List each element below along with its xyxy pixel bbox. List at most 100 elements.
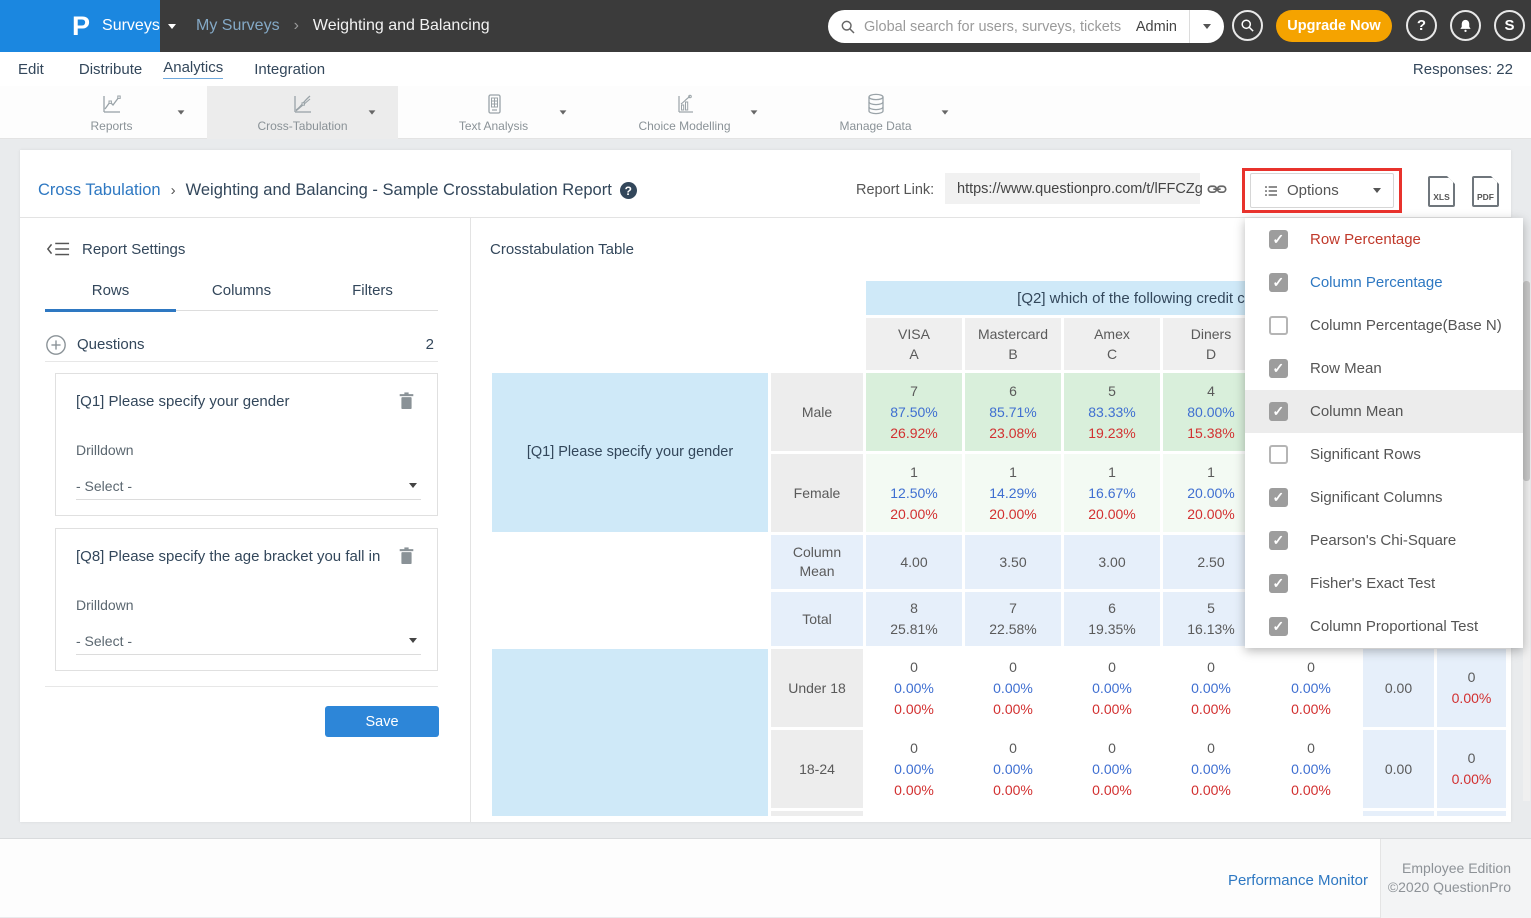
data-cell-clipped xyxy=(1064,811,1160,816)
column-mean-cell: 3.50 xyxy=(965,535,1061,589)
checkbox-checked-icon[interactable] xyxy=(1269,359,1288,378)
collapse-panel-icon[interactable] xyxy=(46,240,70,258)
checkbox-checked-icon[interactable] xyxy=(1269,617,1288,636)
table-scrollbar[interactable] xyxy=(1523,281,1530,801)
checkbox-checked-icon[interactable] xyxy=(1269,402,1288,421)
checkbox-unchecked-icon[interactable] xyxy=(1269,316,1288,335)
report-settings-header[interactable]: Report Settings xyxy=(46,240,185,258)
menu-item-significant-rows[interactable]: Significant Rows xyxy=(1245,433,1523,476)
export-pdf-button[interactable]: PDF xyxy=(1472,176,1499,207)
cell-value: 4 xyxy=(1207,381,1215,402)
chevron-down-icon[interactable] xyxy=(178,110,185,114)
cell-value: 0.00% xyxy=(1291,678,1331,699)
tab-columns[interactable]: Columns xyxy=(176,280,307,310)
chevron-down-icon[interactable] xyxy=(369,110,376,114)
data-cell-clipped xyxy=(1262,811,1360,816)
row-question-q8 xyxy=(492,649,768,816)
cell-value: 0.00% xyxy=(1291,699,1331,720)
cell-value: 0 xyxy=(1307,657,1315,678)
menu-item-fisher-s-exact-test[interactable]: Fisher's Exact Test xyxy=(1245,562,1523,605)
chevron-down-icon xyxy=(409,483,417,488)
export-xls-button[interactable]: XLS xyxy=(1428,176,1455,207)
menu-item-label: Row Percentage xyxy=(1310,231,1421,248)
toolbar-item-manage-data[interactable]: Manage Data xyxy=(780,86,971,139)
page-title: Weighting and Balancing xyxy=(313,17,490,35)
tab-distribute[interactable]: Distribute xyxy=(79,61,142,78)
search-input[interactable] xyxy=(864,19,1136,35)
toolbar-item-reports[interactable]: Reports xyxy=(16,86,207,139)
menu-item-label: Column Proportional Test xyxy=(1310,618,1478,635)
delete-icon[interactable] xyxy=(398,546,415,565)
options-button[interactable]: Options xyxy=(1250,173,1394,208)
checkbox-checked-icon[interactable] xyxy=(1269,273,1288,292)
save-button[interactable]: Save xyxy=(325,706,439,737)
help-button[interactable]: ? xyxy=(1406,10,1437,41)
database-icon xyxy=(864,92,888,116)
notifications-button[interactable] xyxy=(1450,10,1481,41)
menu-item-column-mean[interactable]: Column Mean xyxy=(1245,390,1523,433)
data-cell: 00.00%0.00% xyxy=(1064,649,1160,727)
chevron-down-icon[interactable] xyxy=(560,110,567,114)
toolbar-item-choice-modelling[interactable]: Choice Modelling xyxy=(589,86,780,139)
menu-item-column-percentage[interactable]: Column Percentage xyxy=(1245,261,1523,304)
search-scope-caret[interactable] xyxy=(1190,10,1224,43)
cell-value: 23.08% xyxy=(989,423,1036,444)
drilldown-select[interactable]: - Select - xyxy=(76,472,421,500)
menu-item-column-percentage-base-n[interactable]: Column Percentage(Base N) xyxy=(1245,304,1523,347)
choice-modelling-icon xyxy=(673,92,697,116)
add-question-icon[interactable] xyxy=(45,334,67,356)
cell-value: 16.13% xyxy=(1187,619,1234,640)
cell-value: 15.38% xyxy=(1187,423,1234,444)
tab-analytics[interactable]: Analytics xyxy=(163,59,223,79)
list-icon xyxy=(1263,183,1279,199)
chevron-down-icon[interactable] xyxy=(751,110,758,114)
upgrade-button[interactable]: Upgrade Now xyxy=(1276,10,1392,42)
checkbox-checked-icon[interactable] xyxy=(1269,574,1288,593)
chevron-down-icon[interactable] xyxy=(942,110,949,114)
data-cell: 00.00%0.00% xyxy=(1262,649,1360,727)
tab-rows[interactable]: Rows xyxy=(45,280,176,312)
cell-value: 6 xyxy=(1108,598,1116,619)
cell-value: 0 xyxy=(910,657,918,678)
menu-item-column-proportional-test[interactable]: Column Proportional Test xyxy=(1245,605,1523,648)
tab-integration[interactable]: Integration xyxy=(254,61,325,78)
cell-value: 83.33% xyxy=(1088,402,1135,423)
report-link-value[interactable]: https://www.questionpro.com/t/lFFCZg xyxy=(945,173,1200,204)
column-mean-cell: 4.00 xyxy=(866,535,962,589)
delete-icon[interactable] xyxy=(398,391,415,410)
cross-tabulation-link[interactable]: Cross Tabulation xyxy=(38,181,161,200)
performance-monitor-link[interactable]: Performance Monitor xyxy=(1228,872,1368,889)
top-header: P Surveys My Surveys › Weighting and Bal… xyxy=(0,0,1531,52)
checkbox-checked-icon[interactable] xyxy=(1269,531,1288,550)
cell-value: 0.00% xyxy=(1092,780,1132,801)
menu-item-row-mean[interactable]: Row Mean xyxy=(1245,347,1523,390)
global-search-bar[interactable]: Admin xyxy=(828,10,1224,43)
menu-item-row-percentage[interactable]: Row Percentage xyxy=(1245,218,1523,261)
avatar-button[interactable]: S xyxy=(1494,10,1525,41)
toolbar-item-text-analysis[interactable]: Text Analysis xyxy=(398,86,589,139)
breadcrumb-my-surveys[interactable]: My Surveys xyxy=(196,17,280,35)
report-title: Weighting and Balancing - Sample Crossta… xyxy=(186,181,612,200)
menu-item-label: Column Mean xyxy=(1310,403,1403,420)
cell-value: 5 xyxy=(1207,598,1215,619)
drilldown-select[interactable]: - Select - xyxy=(76,627,421,655)
tab-edit[interactable]: Edit xyxy=(18,61,44,78)
link-icon[interactable] xyxy=(1206,178,1228,200)
scrollbar-thumb[interactable] xyxy=(1523,281,1530,481)
toolbar-item-cross-tabulation[interactable]: Cross-Tabulation xyxy=(207,86,398,139)
checkbox-checked-icon[interactable] xyxy=(1269,488,1288,507)
tab-filters[interactable]: Filters xyxy=(307,280,438,310)
report-help-icon[interactable]: ? xyxy=(620,182,637,199)
chevron-down-icon xyxy=(1203,24,1211,29)
search-scope-selector[interactable]: Admin xyxy=(1136,19,1177,35)
total-cell: 825.81% xyxy=(866,592,962,646)
questionpro-logo-icon: P xyxy=(72,13,90,40)
checkbox-unchecked-icon[interactable] xyxy=(1269,445,1288,464)
product-switcher[interactable]: P Surveys xyxy=(0,0,160,52)
sidebar-footer-divider xyxy=(45,686,438,687)
menu-item-significant-columns[interactable]: Significant Columns xyxy=(1245,476,1523,519)
search-submit-button[interactable] xyxy=(1232,10,1263,41)
menu-item-pearson-s-chi-square[interactable]: Pearson's Chi-Square xyxy=(1245,519,1523,562)
data-cell: 114.29%20.00% xyxy=(965,454,1061,532)
checkbox-checked-icon[interactable] xyxy=(1269,230,1288,249)
